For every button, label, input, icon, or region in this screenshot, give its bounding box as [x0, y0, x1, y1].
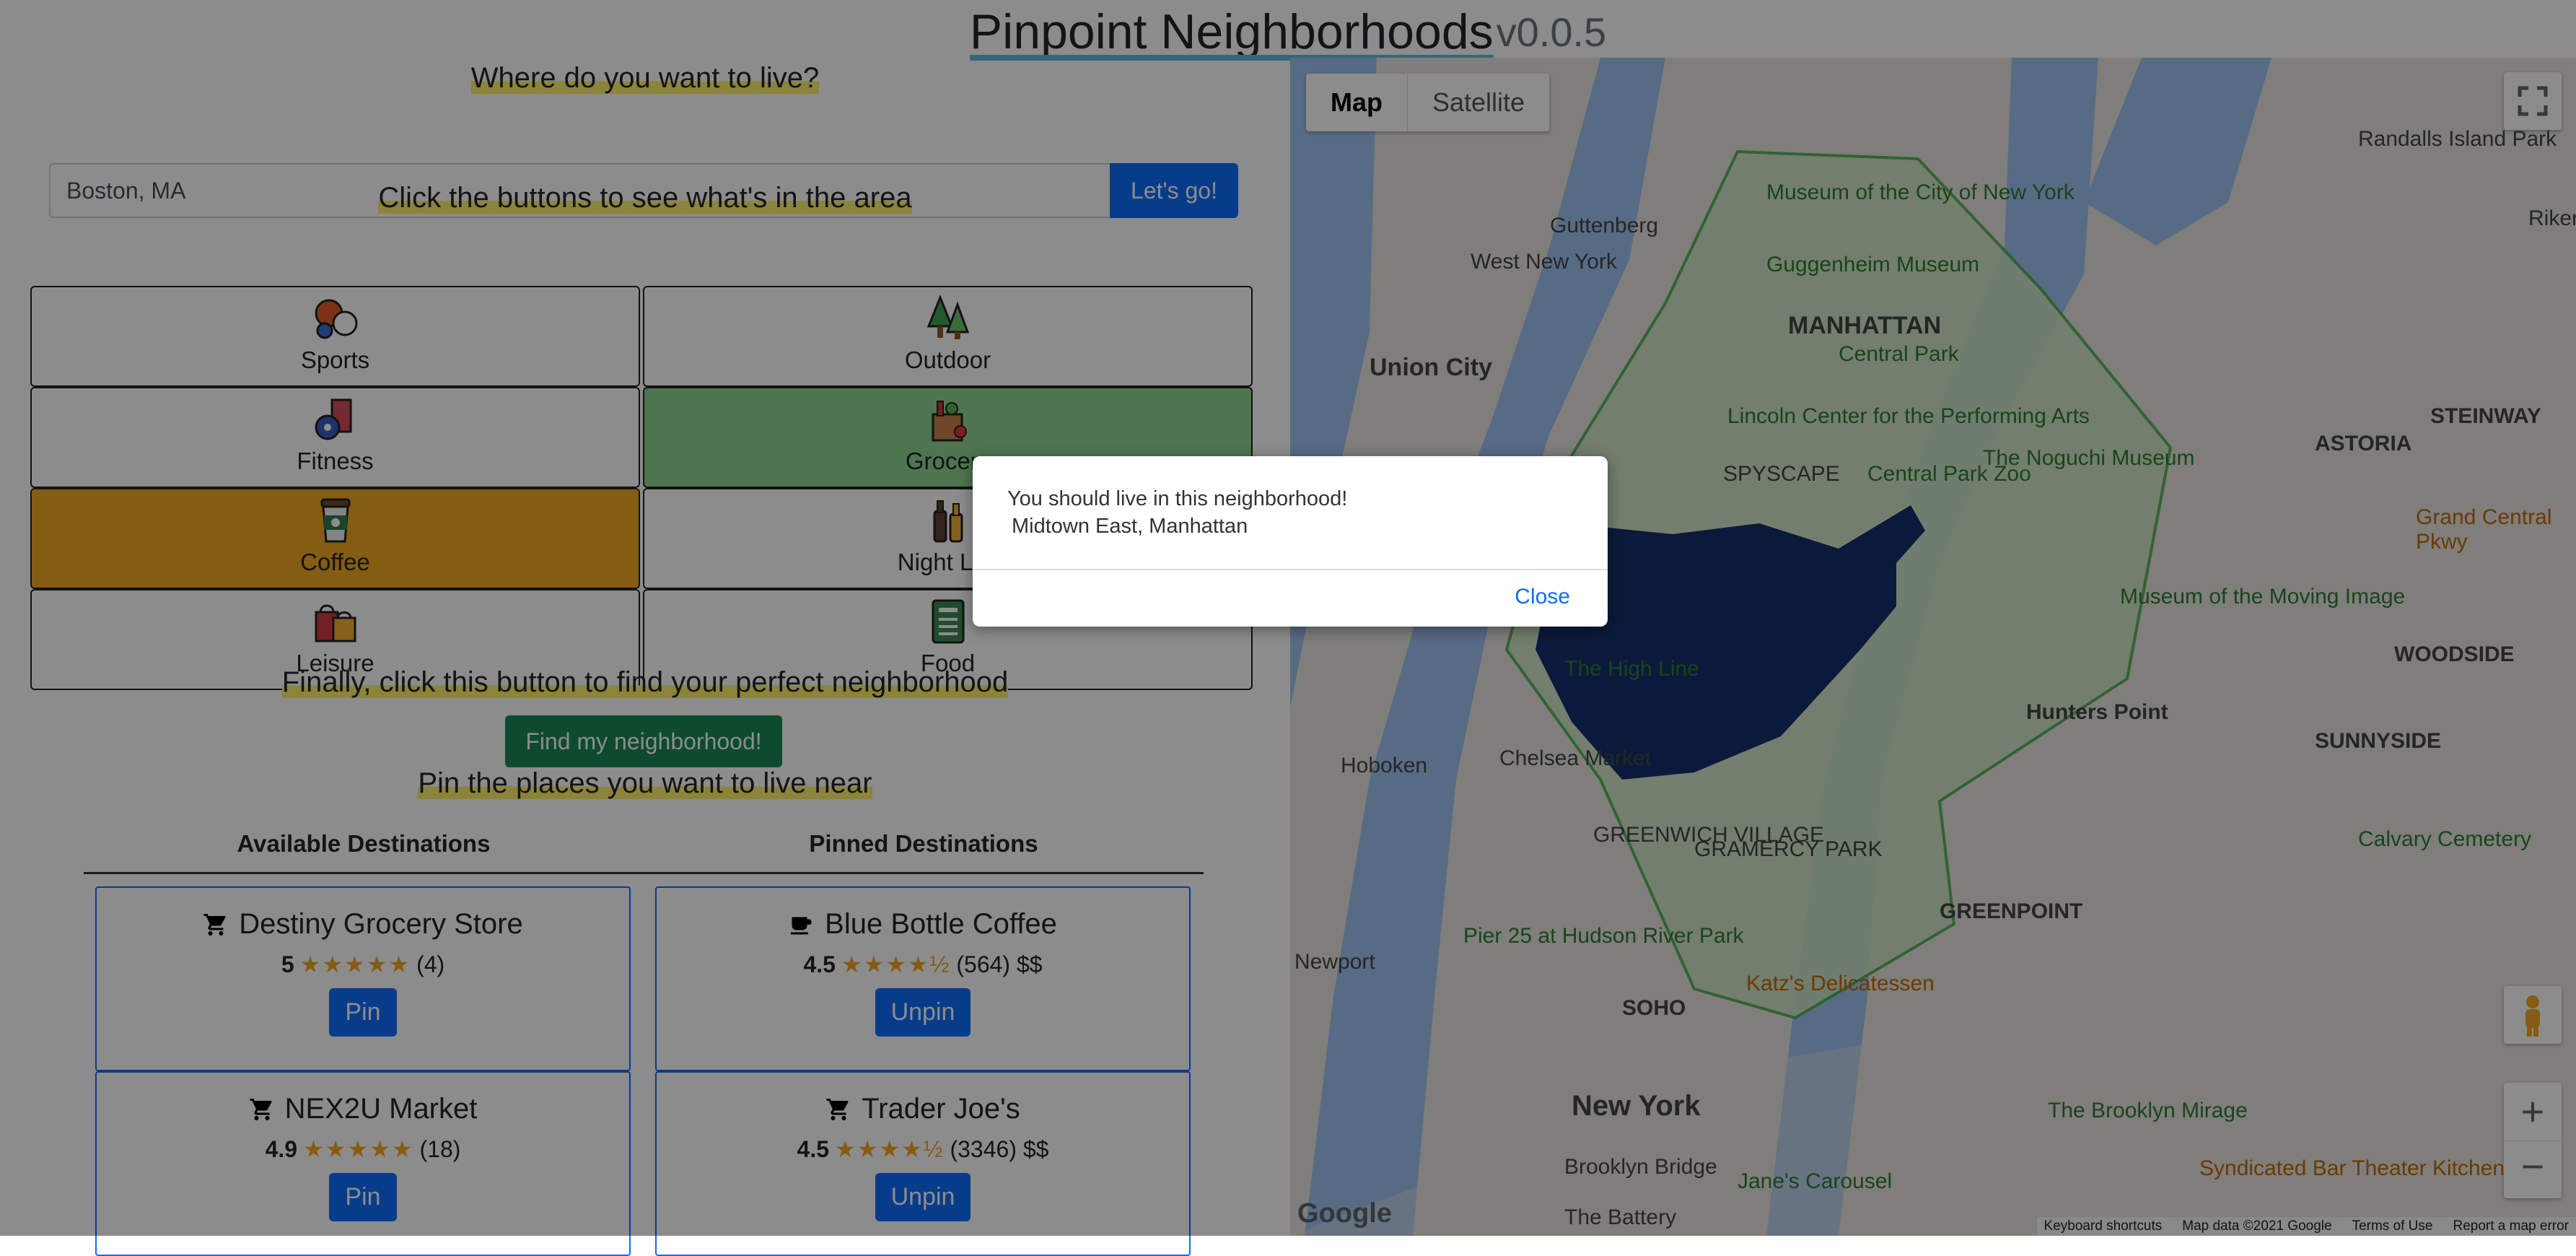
- dialog-message: You should live in this neighborhood!: [1007, 487, 1348, 510]
- dialog-footer: Close: [973, 569, 1608, 627]
- close-button[interactable]: Close: [1515, 585, 1570, 609]
- dialog-neighborhood: Midtown East, Manhattan: [1012, 515, 1248, 538]
- result-dialog: You should live in this neighborhood! Mi…: [973, 456, 1608, 627]
